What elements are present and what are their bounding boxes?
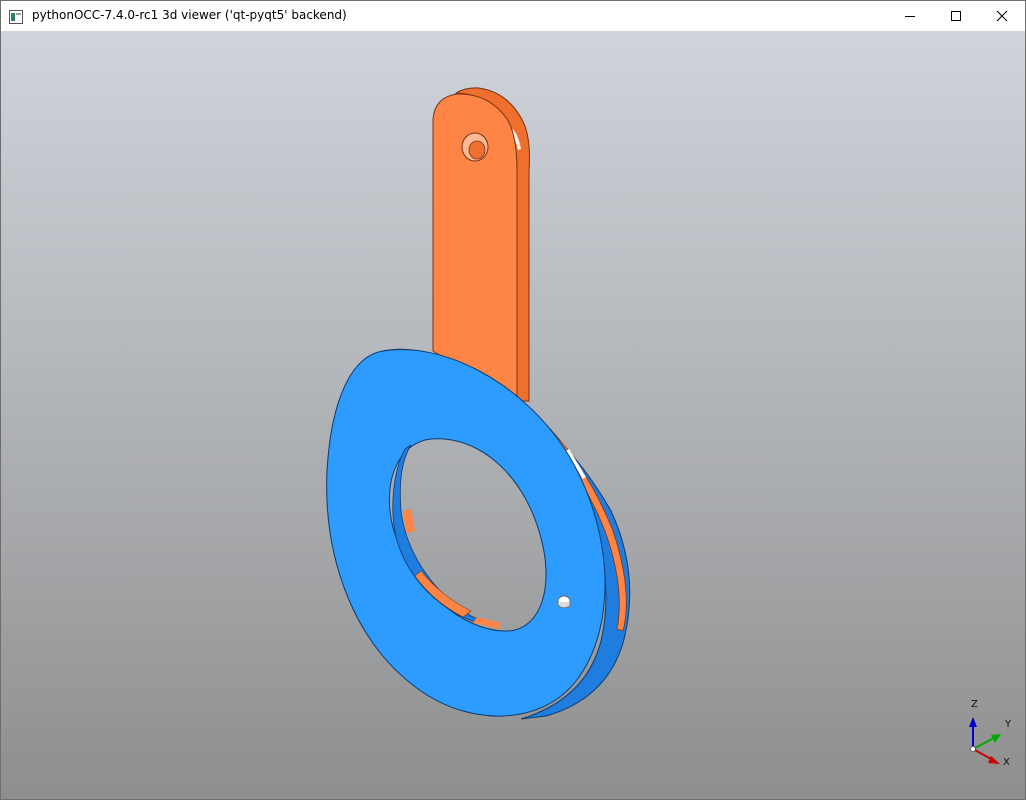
3d-viewport[interactable]: Z Y X — [1, 31, 1025, 799]
close-icon — [996, 10, 1008, 22]
maximize-icon — [951, 11, 961, 21]
viewer-window: pythonOCC-7.4.0-rc1 3d viewer ('qt-pyqt5… — [0, 0, 1026, 800]
maximize-button[interactable] — [933, 1, 979, 31]
x-axis-label: X — [1003, 757, 1010, 768]
title-bar[interactable]: pythonOCC-7.4.0-rc1 3d viewer ('qt-pyqt5… — [1, 1, 1025, 31]
ring-part[interactable] — [326, 348, 631, 720]
z-axis-label: Z — [971, 699, 978, 710]
axes-triedron — [969, 717, 1001, 764]
window-title: pythonOCC-7.4.0-rc1 3d viewer ('qt-pyqt5… — [32, 8, 347, 22]
close-button[interactable] — [979, 1, 1025, 31]
tab-part[interactable] — [432, 87, 530, 402]
minimize-icon — [905, 16, 915, 17]
3d-scene — [326, 87, 1001, 764]
y-axis-label: Y — [1005, 719, 1012, 730]
app-window-icon — [9, 9, 23, 24]
minimize-button[interactable] — [887, 1, 933, 31]
